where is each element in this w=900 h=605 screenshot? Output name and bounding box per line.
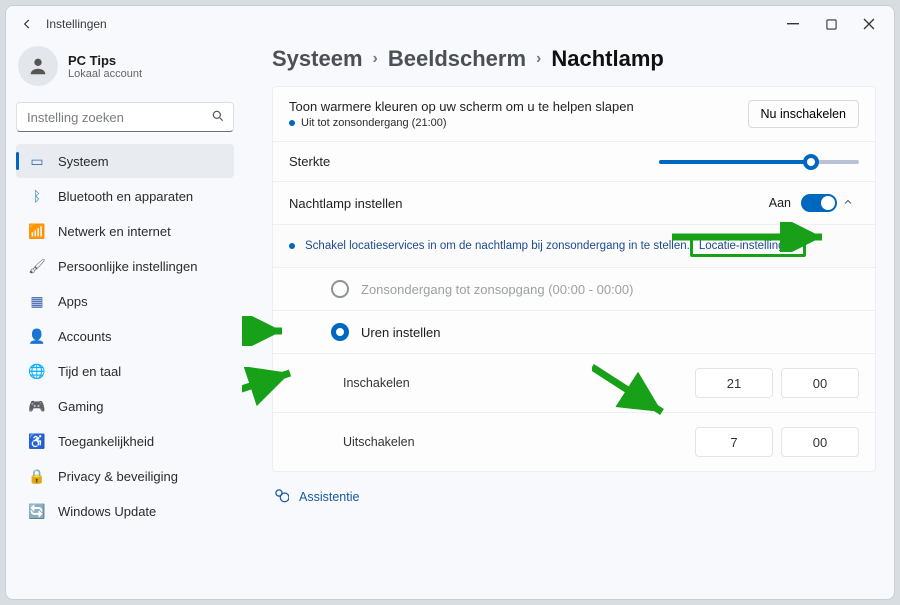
help-icon	[274, 488, 289, 506]
sidebar-item-systeem[interactable]: ▭ Systeem	[16, 144, 234, 178]
sidebar-icon: ♿	[28, 432, 46, 450]
sidebar-item-privacy-beveiliging[interactable]: 🔒 Privacy & beveiliging	[16, 459, 234, 493]
sidebar-icon: 🔄	[28, 502, 46, 520]
search-icon	[211, 109, 225, 126]
radio-hours-row[interactable]: Uren instellen	[273, 310, 875, 353]
status-dot-icon	[289, 120, 295, 126]
breadcrumb-current: Nachtlamp	[551, 46, 663, 72]
chevron-right-icon: ›	[536, 50, 541, 68]
info-dot-icon	[289, 243, 295, 249]
sidebar-icon: 🎮	[28, 397, 46, 415]
strength-slider[interactable]	[659, 160, 859, 164]
sidebar-icon: 📶	[28, 222, 46, 240]
status-text: Uit tot zonsondergang (21:00)	[289, 117, 748, 129]
avatar-icon	[18, 46, 58, 86]
description-text: Toon warmere kleuren op uw scherm om u t…	[289, 99, 748, 114]
sidebar-item-label: Windows Update	[58, 504, 156, 519]
turn-on-button[interactable]: Nu inschakelen	[748, 100, 859, 128]
sidebar-item-label: Persoonlijke instellingen	[58, 259, 197, 274]
sidebar-item-persoonlijke-instellingen[interactable]: 🖌 Persoonlijke instellingen	[16, 249, 234, 283]
close-button[interactable]	[850, 9, 888, 39]
breadcrumb-display[interactable]: Beeldscherm	[388, 46, 526, 72]
turn-off-minute[interactable]: 00	[781, 427, 859, 457]
sidebar-item-label: Systeem	[58, 154, 109, 169]
sidebar-item-apps[interactable]: ▦ Apps	[16, 284, 234, 318]
sidebar-item-label: Gaming	[58, 399, 104, 414]
sidebar-item-tijd-en-taal[interactable]: 🌐 Tijd en taal	[16, 354, 234, 388]
breadcrumb: Systeem › Beeldscherm › Nachtlamp	[272, 46, 876, 72]
radio-sunset-label: Zonsondergang tot zonsopgang (00:00 - 00…	[361, 282, 633, 297]
sidebar-item-gaming[interactable]: 🎮 Gaming	[16, 389, 234, 423]
sidebar-icon: 🌐	[28, 362, 46, 380]
minimize-button[interactable]	[774, 9, 812, 39]
search-input[interactable]	[16, 102, 234, 132]
schedule-toggle[interactable]	[801, 194, 837, 212]
sidebar-icon: ▭	[28, 152, 46, 170]
strength-label: Sterkte	[289, 154, 659, 169]
turn-on-minute[interactable]: 00	[781, 368, 859, 398]
account-block[interactable]: PC Tips Lokaal account	[16, 46, 234, 98]
turn-on-time-label: Inschakelen	[343, 376, 687, 390]
schedule-label: Nachtlamp instellen	[289, 196, 769, 211]
chevron-right-icon: ›	[373, 50, 378, 68]
radio-hours-label: Uren instellen	[361, 325, 441, 340]
sidebar-item-windows-update[interactable]: 🔄 Windows Update	[16, 494, 234, 528]
sidebar-item-label: Privacy & beveiliging	[58, 469, 178, 484]
breadcrumb-system[interactable]: Systeem	[272, 46, 363, 72]
account-name: PC Tips	[68, 53, 142, 68]
back-button[interactable]	[12, 9, 42, 39]
radio-hours[interactable]	[331, 323, 349, 341]
turn-on-hour[interactable]: 21	[695, 368, 773, 398]
assistance-link[interactable]: Assistentie	[272, 488, 876, 506]
sidebar-item-toegankelijkheid[interactable]: ♿ Toegankelijkheid	[16, 424, 234, 458]
sidebar-icon: ▦	[28, 292, 46, 310]
sidebar-item-label: Bluetooth en apparaten	[58, 189, 193, 204]
location-info-text: Schakel locatieservices in om de nachtla…	[305, 240, 690, 252]
location-settings-link[interactable]: Locatie-instellingen	[690, 235, 806, 257]
sidebar-icon: 🖌	[28, 257, 46, 275]
sidebar-item-netwerk-en-internet[interactable]: 📶 Netwerk en internet	[16, 214, 234, 248]
window-title: Instellingen	[46, 17, 107, 31]
sidebar-icon: 👤	[28, 327, 46, 345]
sidebar-item-bluetooth-en-apparaten[interactable]: ᛒ Bluetooth en apparaten	[16, 179, 234, 213]
schedule-state: Aan	[769, 196, 791, 210]
nightlight-panel: Toon warmere kleuren op uw scherm om u t…	[272, 86, 876, 472]
turn-off-hour[interactable]: 7	[695, 427, 773, 457]
sidebar-item-accounts[interactable]: 👤 Accounts	[16, 319, 234, 353]
sidebar-item-label: Netwerk en internet	[58, 224, 171, 239]
sidebar-item-label: Apps	[58, 294, 88, 309]
chevron-up-icon[interactable]	[837, 196, 859, 211]
turn-off-time-label: Uitschakelen	[343, 435, 687, 449]
search-field[interactable]	[25, 109, 211, 126]
sidebar-icon: 🔒	[28, 467, 46, 485]
sidebar-item-label: Toegankelijkheid	[58, 434, 154, 449]
account-subtitle: Lokaal account	[68, 68, 142, 80]
radio-sunset	[331, 280, 349, 298]
sidebar-item-label: Tijd en taal	[58, 364, 121, 379]
sidebar-icon: ᛒ	[28, 187, 46, 205]
maximize-button[interactable]	[812, 9, 850, 39]
sidebar-item-label: Accounts	[58, 329, 111, 344]
